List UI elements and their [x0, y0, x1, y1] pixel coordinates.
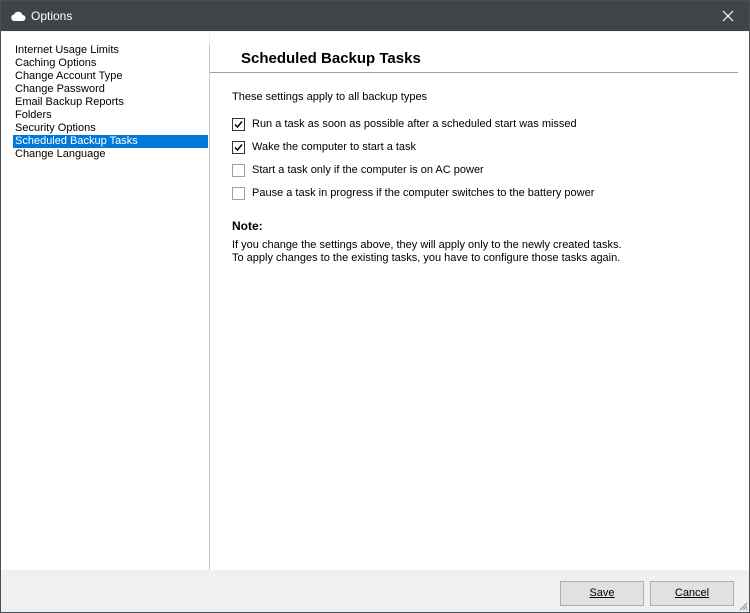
options-dialog: Options Internet Usage Limits Caching Opt…	[0, 0, 750, 613]
checkbox-checked[interactable]	[232, 118, 245, 131]
note-line: If you change the settings above, they w…	[232, 239, 622, 251]
sidebar-item-security-options[interactable]: Security Options	[13, 122, 208, 135]
resize-grip-icon[interactable]	[738, 601, 748, 611]
sidebar-item-email-backup-reports[interactable]: Email Backup Reports	[13, 96, 208, 109]
note-title: Note:	[232, 219, 263, 233]
sidebar-item-change-account-type[interactable]: Change Account Type	[13, 70, 208, 83]
checkbox-unchecked[interactable]	[232, 187, 245, 200]
cancel-button[interactable]: Cancel	[650, 581, 734, 606]
options-sidebar: Internet Usage Limits Caching Options Chan…	[1, 32, 209, 570]
option-label[interactable]: Pause a task in progress if the computer…	[252, 187, 594, 200]
settings-panel: Scheduled Backup Tasks These settings ap…	[210, 32, 749, 570]
sidebar-list: Internet Usage Limits Caching Options Chan…	[13, 44, 208, 161]
sidebar-item-internet-usage-limits[interactable]: Internet Usage Limits	[13, 44, 208, 57]
sidebar-item-change-password[interactable]: Change Password	[13, 83, 208, 96]
option-label[interactable]: Run a task as soon as possible after a s…	[252, 118, 577, 131]
dialog-footer: Save Cancel	[1, 570, 749, 612]
cloud-icon	[10, 10, 26, 22]
heading-divider	[210, 72, 738, 73]
close-icon	[722, 10, 734, 22]
option-label[interactable]: Start a task only if the computer is on …	[252, 164, 484, 177]
save-button-label: Save	[589, 587, 615, 599]
option-label[interactable]: Wake the computer to start a task	[252, 141, 416, 154]
sidebar-item-folders[interactable]: Folders	[13, 109, 208, 122]
window-title: Options	[31, 9, 73, 23]
close-button[interactable]	[709, 1, 749, 31]
note-line: To apply changes to the existing tasks, …	[232, 252, 621, 264]
sidebar-item-scheduled-backup-tasks[interactable]: Scheduled Backup Tasks	[13, 135, 208, 148]
sidebar-item-caching-options[interactable]: Caching Options	[13, 57, 208, 70]
intro-text: These settings apply to all backup types	[232, 91, 428, 103]
title-bar: Options	[1, 1, 749, 31]
cancel-button-label: Cancel	[674, 587, 710, 599]
checkbox-checked[interactable]	[232, 141, 245, 154]
checkbox-unchecked[interactable]	[232, 164, 245, 177]
sidebar-item-change-language[interactable]: Change Language	[13, 148, 208, 161]
save-button[interactable]: Save	[560, 581, 644, 606]
page-title: Scheduled Backup Tasks	[241, 50, 421, 67]
